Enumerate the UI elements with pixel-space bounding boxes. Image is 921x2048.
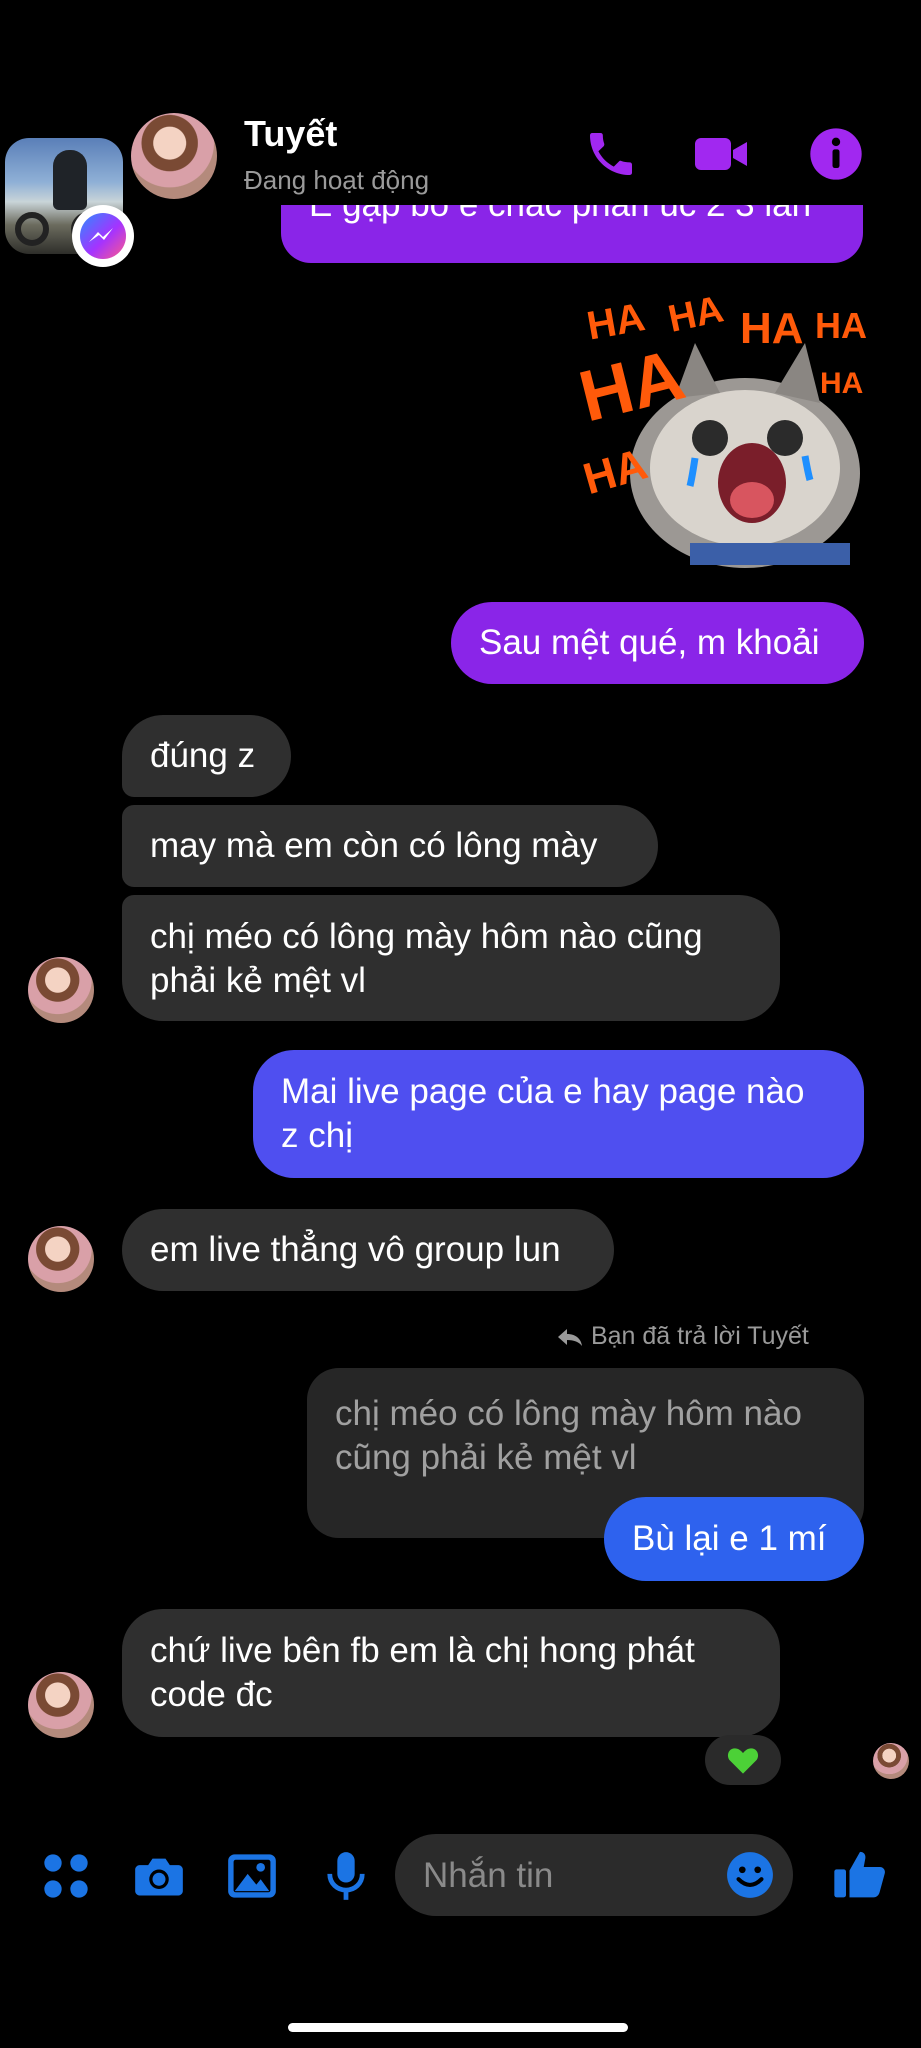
quoted-text-line: chị méo có lông mày hôm nào [335,1394,802,1433]
contact-avatar-small[interactable] [28,1226,94,1292]
contact-avatar-small[interactable] [28,957,94,1023]
reply-note-text: Bạn đã trả lời Tuyết [590,1322,809,1350]
svg-text:HA: HA [815,305,867,346]
seen-avatar [873,1743,909,1779]
chathead-photo-rider [53,150,87,210]
svg-text:HA: HA [584,295,649,348]
message-incoming[interactable]: đúng z [122,715,291,797]
svg-text:HA: HA [820,367,863,400]
quoted-text-line: cũng phải kẻ mệt vl [335,1438,637,1477]
svg-text:HA: HA [665,288,727,340]
message-text-line: chứ live bên fb em là chị hong phát [150,1631,695,1670]
microphone-icon[interactable] [320,1850,372,1902]
gallery-icon[interactable] [226,1850,278,1902]
message-text: E gặp bỏ e chắc phản úc 2 3 lần [309,205,835,227]
svg-text:HA: HA [740,304,804,353]
message-text: đúng z [150,736,256,775]
reply-arrow-icon [558,1329,582,1346]
contact-avatar[interactable] [131,113,217,199]
message-text-line: Mai live page của e hay page nào [281,1072,805,1111]
message-incoming[interactable]: chứ live bên fb em là chị hong phát code… [122,1609,780,1737]
info-icon[interactable] [808,126,864,182]
message-text: Sau mệt qué, m khoải [479,623,820,662]
menu-grid-icon[interactable] [40,1850,92,1902]
message-text-line: chị méo có lông mày hôm nào cũng [150,917,703,956]
message-incoming[interactable]: em live thẳng vô group lun [122,1209,614,1291]
chathead-photo-wheel [15,212,49,246]
messenger-badge-icon [72,205,134,267]
message-composer[interactable] [395,1834,793,1918]
video-camera-icon[interactable] [693,126,749,182]
message-text: Bù lại e 1 mí [632,1519,827,1558]
message-reaction[interactable] [705,1735,781,1785]
home-indicator[interactable] [288,2023,628,2032]
haha-cat-sticker[interactable]: HA HA HA HA HA HA HA [580,288,870,573]
message-text: em live thẳng vô group lun [150,1230,561,1269]
camera-icon[interactable] [133,1850,185,1902]
emoji-icon[interactable] [725,1850,775,1900]
contact-status: Đang hoạt động [244,165,430,195]
message-outgoing[interactable]: E gặp bỏ e chắc phản úc 2 3 lần [281,205,863,263]
thumbs-up-icon[interactable] [832,1846,888,1902]
message-incoming[interactable]: may mà em còn có lông mày [122,805,658,887]
message-text-line: z chị [281,1116,353,1155]
message-incoming[interactable]: chị méo có lông mày hôm nào cũng phải kẻ… [122,895,780,1021]
message-text: may mà em còn có lông mày [150,826,598,865]
message-outgoing[interactable]: Bù lại e 1 mí [604,1497,864,1581]
contact-avatar-small[interactable] [28,1672,94,1738]
message-outgoing[interactable]: Mai live page của e hay page nào z chị [253,1050,864,1178]
phone-icon[interactable] [583,126,639,182]
green-heart-icon [727,1748,759,1774]
message-input[interactable] [421,1834,705,1918]
message-text-line: code đc [150,1675,273,1714]
message-outgoing[interactable]: Sau mệt qué, m khoải [451,602,864,684]
contact-name[interactable]: Tuyết [244,113,337,155]
message-text-line: phải kẻ mệt vl [150,961,366,1000]
reply-note: Bạn đã trả lời Tuyết [556,1322,809,1351]
